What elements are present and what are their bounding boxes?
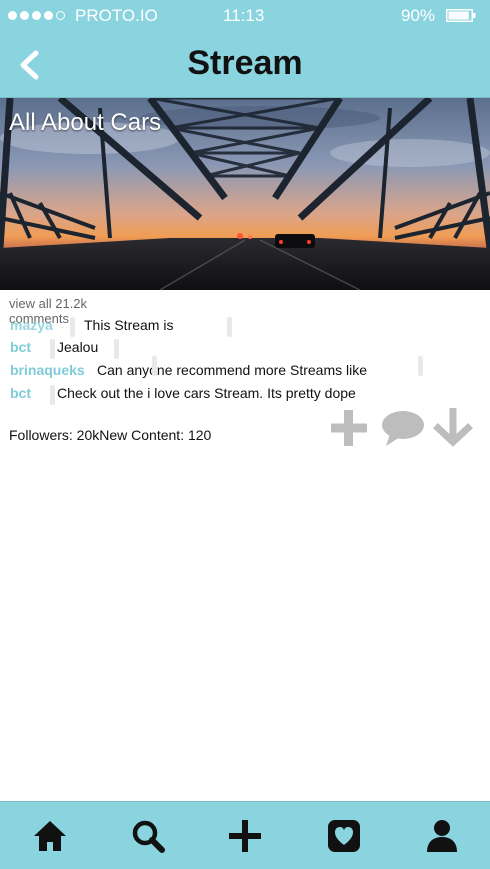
tab-bar xyxy=(0,801,490,869)
followers-count: Followers: 20k xyxy=(9,427,100,443)
comment-text: Jealou xyxy=(57,339,99,355)
comment-text: This Stream is xyxy=(84,317,174,333)
comment-row: mazya This Stream is xyxy=(10,317,430,337)
comment-icon xyxy=(382,411,424,446)
comment-row: brinaqueks Can anyone recommend more Str… xyxy=(10,356,430,382)
signal-strength-icon xyxy=(8,11,65,20)
battery-icon xyxy=(446,9,476,22)
download-icon xyxy=(433,408,473,447)
page-title: Stream xyxy=(187,44,303,82)
plus-icon xyxy=(331,410,367,446)
scroll-marker xyxy=(114,339,119,359)
download-button[interactable] xyxy=(430,408,476,448)
stream-cover-image[interactable]: All About Cars xyxy=(0,98,490,290)
comment-username[interactable]: bct xyxy=(10,339,31,355)
scroll-marker xyxy=(418,356,423,376)
tab-home[interactable] xyxy=(32,818,68,854)
scroll-marker xyxy=(227,317,232,337)
comment-text: Check out the i love cars Stream. Its pr… xyxy=(57,385,356,401)
battery-percent: 90% xyxy=(401,6,436,25)
carrier-name: PROTO.IO xyxy=(75,6,158,25)
tab-profile[interactable] xyxy=(424,818,460,854)
profile-icon xyxy=(427,820,457,852)
app-screen: PROTO.IO 11:13 90% Stream All About Cars… xyxy=(0,0,490,869)
comment-username[interactable]: brinaqueks xyxy=(10,362,85,378)
status-time: 11:13 xyxy=(223,6,265,25)
navigation-bar: Stream xyxy=(0,32,490,98)
scroll-marker xyxy=(50,385,55,405)
comment-username[interactable]: bct xyxy=(10,385,31,401)
comment-button[interactable] xyxy=(380,408,426,448)
status-bar: PROTO.IO 11:13 90% xyxy=(0,0,490,32)
comment-row: bct Check out the i love cars Stream. It… xyxy=(10,385,430,405)
new-content-count: New Content: 120 xyxy=(99,427,212,443)
view-all-comments-link[interactable]: view all 21.2k xyxy=(9,296,87,311)
home-icon xyxy=(34,821,66,851)
stream-stats: Followers: 20k New Content: 120 xyxy=(9,427,211,443)
stream-title: All About Cars xyxy=(9,109,162,136)
scroll-marker xyxy=(70,317,75,337)
tab-add[interactable] xyxy=(227,818,263,854)
comment-text: Can anyone recommend more Streams like xyxy=(97,362,368,378)
search-icon xyxy=(132,820,165,853)
comment-username[interactable]: mazya xyxy=(10,317,53,333)
add-icon xyxy=(229,820,261,852)
scroll-marker xyxy=(152,356,157,376)
comment-row: bct Jealou xyxy=(10,339,430,359)
favorites-icon xyxy=(328,820,360,852)
tab-search[interactable] xyxy=(130,818,166,854)
add-button[interactable] xyxy=(326,408,372,448)
tab-favorites[interactable] xyxy=(326,818,362,854)
scroll-marker xyxy=(50,339,55,359)
